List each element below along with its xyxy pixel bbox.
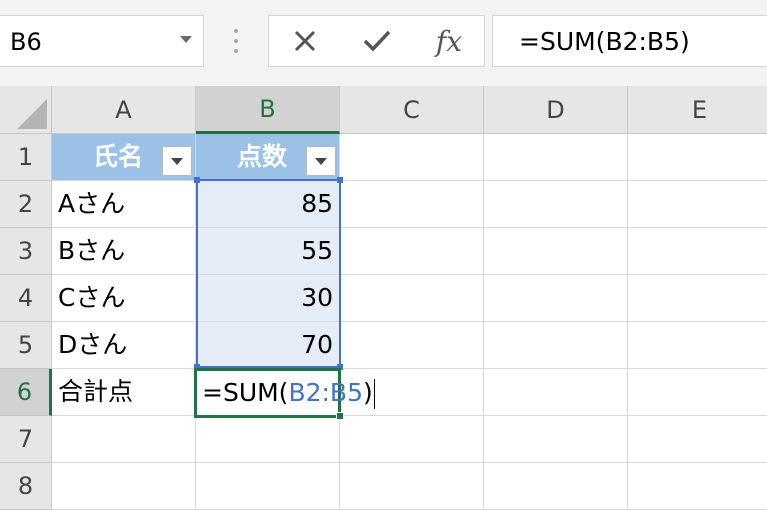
cell-a8[interactable] <box>52 463 196 510</box>
cell-a7[interactable] <box>52 416 196 463</box>
select-all-icon <box>17 99 47 129</box>
cell-b7[interactable] <box>196 416 340 463</box>
cell-e6[interactable] <box>628 369 767 416</box>
cell-e7[interactable] <box>628 416 767 463</box>
cell-e1[interactable] <box>628 134 767 181</box>
cell-d3[interactable] <box>484 228 628 275</box>
cell-a6[interactable]: 合計点 <box>52 369 196 416</box>
more-options-icon[interactable] <box>232 29 240 53</box>
cell-e5[interactable] <box>628 322 767 369</box>
cell-a3[interactable]: Bさん <box>52 228 196 275</box>
fill-handle[interactable] <box>336 412 344 420</box>
formula-range-ref: B2:B5 <box>288 378 363 407</box>
row-header-4[interactable]: 4 <box>0 275 52 322</box>
row-header-6[interactable]: 6 <box>0 369 52 416</box>
cell-d1[interactable] <box>484 134 628 181</box>
cell-d4[interactable] <box>484 275 628 322</box>
cell-e4[interactable] <box>628 275 767 322</box>
table-header-score-label: 点数 <box>236 142 287 171</box>
row-header-8[interactable]: 8 <box>0 463 52 510</box>
column-header-c[interactable]: C <box>340 86 484 134</box>
formula-input[interactable]: =SUM(B2:B5) <box>492 15 767 67</box>
text-caret <box>373 379 375 409</box>
table-header-score[interactable]: 点数 <box>196 134 340 181</box>
chevron-down-icon <box>315 158 327 165</box>
cell-a2[interactable]: Aさん <box>52 181 196 228</box>
column-header-d[interactable]: D <box>484 86 628 134</box>
cell-e2[interactable] <box>628 181 767 228</box>
formula-text: =SUM(B2:B5) <box>519 27 690 56</box>
cell-c8[interactable] <box>340 463 484 510</box>
cell-a5[interactable]: Dさん <box>52 322 196 369</box>
cancel-button[interactable] <box>275 16 335 66</box>
filter-dropdown-button[interactable] <box>306 146 336 176</box>
row-header-7[interactable]: 7 <box>0 416 52 463</box>
name-box-value: B6 <box>10 28 42 56</box>
row-header-2[interactable]: 2 <box>0 181 52 228</box>
name-box[interactable]: B6 <box>0 15 204 67</box>
cell-b2[interactable]: 85 <box>196 181 340 228</box>
enter-button[interactable] <box>347 16 407 66</box>
table-header-name-label: 氏名 <box>92 142 143 171</box>
fx-label: fx <box>435 24 463 58</box>
cell-b3[interactable]: 55 <box>196 228 340 275</box>
cell-d7[interactable] <box>484 416 628 463</box>
row-header-3[interactable]: 3 <box>0 228 52 275</box>
cell-c4[interactable] <box>340 275 484 322</box>
column-header-e[interactable]: E <box>628 86 767 134</box>
select-all-corner[interactable] <box>0 86 52 134</box>
cell-d8[interactable] <box>484 463 628 510</box>
row-header-1[interactable]: 1 <box>0 134 52 181</box>
cell-a4[interactable]: Cさん <box>52 275 196 322</box>
close-icon <box>294 30 316 52</box>
column-header-a[interactable]: A <box>52 86 196 134</box>
insert-function-button[interactable]: fx <box>419 16 479 66</box>
column-header-b[interactable]: B <box>196 86 340 134</box>
cell-d2[interactable] <box>484 181 628 228</box>
row-header-5[interactable]: 5 <box>0 322 52 369</box>
chevron-down-icon[interactable] <box>180 36 192 43</box>
active-cell-b6[interactable]: =SUM(B2:B5) <box>194 368 375 418</box>
formula-buttons: fx <box>268 15 485 67</box>
cell-c2[interactable] <box>340 181 484 228</box>
table-header-name[interactable]: 氏名 <box>52 134 196 181</box>
cell-b8[interactable] <box>196 463 340 510</box>
formula-suffix: ) <box>363 378 373 407</box>
cell-c5[interactable] <box>340 322 484 369</box>
filter-dropdown-button[interactable] <box>162 146 192 176</box>
cell-e8[interactable] <box>628 463 767 510</box>
cell-d6[interactable] <box>484 369 628 416</box>
cell-b5[interactable]: 70 <box>196 322 340 369</box>
formula-prefix: =SUM( <box>202 378 289 407</box>
cell-c1[interactable] <box>340 134 484 181</box>
cell-e3[interactable] <box>628 228 767 275</box>
cell-b4[interactable]: 30 <box>196 275 340 322</box>
cell-c3[interactable] <box>340 228 484 275</box>
cell-c7[interactable] <box>340 416 484 463</box>
check-icon <box>363 30 391 52</box>
chevron-down-icon <box>171 158 183 165</box>
cell-d5[interactable] <box>484 322 628 369</box>
